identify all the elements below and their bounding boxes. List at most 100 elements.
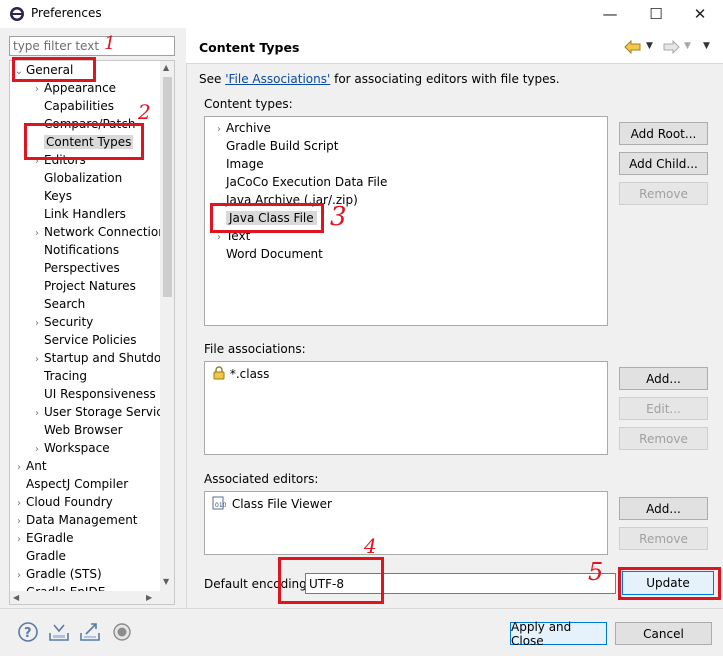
tree-item[interactable]: Service Policies xyxy=(30,331,137,349)
tree-item-label: Notifications xyxy=(44,243,120,257)
content-type-item[interactable]: JaCoCo Execution Data File xyxy=(212,173,387,191)
file-associations-label: File associations: xyxy=(204,342,306,356)
content-type-item[interactable]: Word Document xyxy=(212,245,323,263)
tree-item[interactable]: › Gradle (STS) xyxy=(12,565,102,583)
content-type-item[interactable]: Image xyxy=(212,155,264,173)
scroll-down-icon[interactable]: ▼ xyxy=(163,577,169,586)
tree-item-label: Network Connections xyxy=(44,225,160,239)
add-file-association-button[interactable]: Add... xyxy=(619,367,708,390)
add-root-button[interactable]: Add Root... xyxy=(619,122,708,145)
tree-item[interactable]: › User Storage Service xyxy=(30,403,160,421)
content-type-label: Image xyxy=(226,157,264,171)
record-icon[interactable] xyxy=(111,621,133,643)
tree-item-label: Tracing xyxy=(44,369,88,383)
tree-item[interactable]: Globalization xyxy=(30,169,122,187)
view-menu-icon[interactable]: ▼ xyxy=(703,41,710,51)
tree-item[interactable]: Project Natures xyxy=(30,277,136,295)
export-icon[interactable] xyxy=(79,621,101,643)
tree-item[interactable]: Tracing xyxy=(30,367,87,385)
maximize-icon: ☐ xyxy=(649,5,663,23)
tree-item[interactable]: Link Handlers xyxy=(30,205,126,223)
maximize-button[interactable]: ☐ xyxy=(633,2,679,26)
content-type-label: Archive xyxy=(226,121,271,135)
tree-item[interactable]: Capabilities xyxy=(30,97,114,115)
associated-editors-list: 010 Class File Viewer xyxy=(204,491,608,555)
tree-item-label: Globalization xyxy=(44,171,123,185)
edit-file-association-button[interactable]: Edit... xyxy=(619,397,708,420)
file-association-label: *.class xyxy=(229,367,270,381)
tree-item-label: User Storage Service xyxy=(44,405,160,419)
tree-item[interactable]: Web Browser xyxy=(30,421,123,439)
tree-item-label: Project Natures xyxy=(44,279,136,293)
add-child-button[interactable]: Add Child... xyxy=(619,152,708,175)
tree-scroll-thumb[interactable] xyxy=(163,77,172,297)
content-type-label: Gradle Build Script xyxy=(226,139,339,153)
page-title: Content Types xyxy=(199,40,300,55)
apply-and-close-button[interactable]: Apply and Close xyxy=(510,620,607,648)
tree-item-label: Cloud Foundry xyxy=(26,495,113,509)
tree-item[interactable]: AspectJ Compiler xyxy=(12,475,128,493)
content-type-item[interactable]: › Archive xyxy=(212,119,271,137)
annotation-box-general xyxy=(12,57,96,82)
tree-item[interactable]: ›Gradle EnIDE xyxy=(12,583,105,591)
scroll-right-icon[interactable]: ▶ xyxy=(146,593,152,602)
associated-editor-label: Class File Viewer xyxy=(231,497,332,511)
add-editor-button[interactable]: Add... xyxy=(619,497,708,520)
close-icon: ✕ xyxy=(693,5,707,23)
tree-item-label: Web Browser xyxy=(44,423,123,437)
cancel-button[interactable]: Cancel xyxy=(615,622,712,645)
tree-item[interactable]: ›Startup and Shutdown xyxy=(30,349,160,367)
help-icon[interactable]: ? xyxy=(17,621,39,643)
annotation-number-2: 2 xyxy=(138,100,151,124)
forward-arrow-icon[interactable] xyxy=(662,40,680,54)
file-associations-link[interactable]: 'File Associations' xyxy=(225,72,330,86)
tree-item-label: Ant xyxy=(26,459,47,473)
tree-item[interactable]: › Ant xyxy=(12,457,47,475)
back-arrow-icon[interactable] xyxy=(624,40,642,54)
import-icon[interactable] xyxy=(48,621,70,643)
tree-item-label: EGradle xyxy=(26,531,74,545)
tree-item[interactable]: › Workspace xyxy=(30,439,110,457)
tree-item[interactable]: › Network Connections xyxy=(30,223,160,241)
tree-item-label: Gradle (STS) xyxy=(26,567,102,581)
tree-item-label: Keys xyxy=(44,189,73,203)
tree-item-label: Security xyxy=(44,315,94,329)
tree-item[interactable]: Perspectives xyxy=(30,259,120,277)
tree-item[interactable]: UI Responsiveness Monitoring xyxy=(30,385,160,403)
tree-item[interactable]: › Security xyxy=(30,313,93,331)
annotation-number-1: 1 xyxy=(104,33,116,54)
list-item[interactable]: *.class xyxy=(212,365,269,383)
tree-item-label: Startup and Shutdown xyxy=(44,351,160,365)
tree-item[interactable]: › Data Management xyxy=(12,511,138,529)
minimize-button[interactable]: — xyxy=(587,2,633,26)
tree-item[interactable]: Keys xyxy=(30,187,72,205)
tree-item-label: Capabilities xyxy=(44,99,114,113)
remove-file-association-button[interactable]: Remove xyxy=(619,427,708,450)
scroll-left-icon[interactable]: ◀ xyxy=(13,593,19,602)
lock-icon xyxy=(213,366,225,380)
annotation-number-4: 4 xyxy=(364,534,377,558)
filter-input[interactable] xyxy=(9,36,175,56)
forward-menu-chevron-icon[interactable]: ▼ xyxy=(684,41,691,51)
tree-item[interactable]: Notifications xyxy=(30,241,119,259)
remove-content-type-button[interactable]: Remove xyxy=(619,182,708,205)
close-button[interactable]: ✕ xyxy=(677,2,723,26)
annotation-number-5: 5 xyxy=(588,558,604,586)
list-item[interactable]: 010 Class File Viewer xyxy=(212,495,332,513)
content-type-item[interactable]: Gradle Build Script xyxy=(212,137,338,155)
tree-item[interactable]: Search xyxy=(30,295,85,313)
tree-item-label: Gradle xyxy=(26,549,66,563)
back-menu-chevron-icon[interactable]: ▼ xyxy=(646,41,653,51)
class-file-viewer-icon: 010 xyxy=(212,496,227,510)
tree-item[interactable]: › Cloud Foundry xyxy=(12,493,113,511)
tree-item-label: Workspace xyxy=(44,441,110,455)
tree-item[interactable]: Gradle xyxy=(12,547,66,565)
scroll-up-icon[interactable]: ▲ xyxy=(163,63,169,72)
tree-item-label: Search xyxy=(44,297,86,311)
remove-editor-button[interactable]: Remove xyxy=(619,527,708,550)
tree-item[interactable]: › EGradle xyxy=(12,529,74,547)
svg-text:010: 010 xyxy=(215,502,227,509)
tree-horizontal-scrollbar[interactable]: ◀ ▶ xyxy=(10,591,174,604)
window-title: Preferences xyxy=(31,6,102,20)
annotation-box-java-class-file xyxy=(210,203,324,233)
